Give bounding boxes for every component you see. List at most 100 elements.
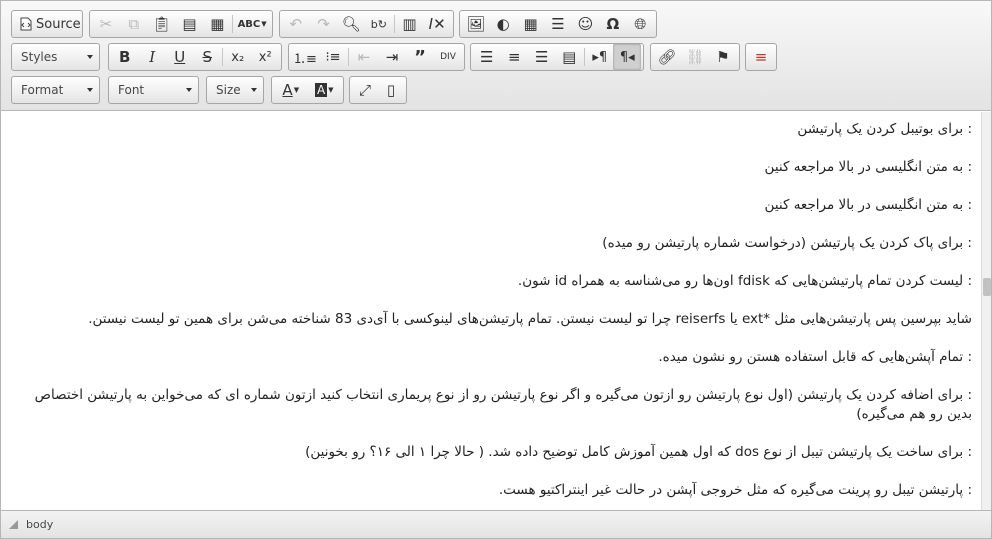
undo-button[interactable]: ↶	[282, 11, 310, 37]
source-button[interactable]: Source	[14, 11, 87, 37]
toolbar-group-document: Source	[11, 10, 83, 38]
indent-icon: ⇥	[385, 48, 399, 66]
horizontal-rule-icon: ☰	[551, 15, 565, 33]
unlink-icon: ⛓	[685, 48, 705, 66]
copy-icon: ⧉	[128, 15, 140, 33]
create-div-button[interactable]: DIV	[434, 44, 462, 70]
align-right-button[interactable]: ☰	[528, 44, 556, 70]
content-paragraph: : برای اضافه کردن یک پارتیشن (اول نوع پا…	[34, 387, 972, 422]
select-all-button[interactable]: ▥	[396, 11, 424, 37]
text-direction-rtl-button[interactable]: ¶◂	[613, 44, 641, 70]
background-color-button[interactable]: A ▼	[308, 77, 342, 103]
special-char-button[interactable]: Ω	[599, 11, 626, 37]
underline-icon: U	[174, 48, 186, 66]
text-direction-ltr-icon: ▸¶	[592, 49, 608, 65]
content-paragraph: : پارتیشن تیبل رو پرینت می‌گیره که مثل خ…	[498, 482, 972, 498]
show-blocks-icon: ▯	[386, 81, 396, 99]
copy-button[interactable]: ⧉	[120, 11, 148, 37]
flash-icon: ◐	[496, 15, 510, 33]
editor-statusbar: body	[1, 510, 991, 538]
toolbar-group-editing: ↶ ↷ 🔍︎ b↻ ▥ I✕	[279, 10, 454, 38]
bold-button[interactable]: B	[111, 44, 139, 70]
align-center-button[interactable]: ≡	[501, 44, 529, 70]
superscript-button[interactable]: x²	[251, 44, 279, 70]
paste-button[interactable]: 📋︎	[148, 11, 176, 37]
content-paragraph: : به متن انگلیسی در بالا مراجعه کنین	[764, 159, 972, 175]
horizontal-rule-button[interactable]: ☰	[544, 11, 571, 37]
numbered-list-button[interactable]: ⒈≡	[291, 44, 319, 70]
content-paragraph: شاید بپرسین پس پارتیشن‌هایی مثل *ext یا …	[88, 311, 972, 327]
anchor-button[interactable]: ⚑	[709, 44, 737, 70]
paste-word-button[interactable]: ▦	[203, 11, 231, 37]
align-right-icon: ☰	[535, 48, 549, 66]
outdent-button[interactable]: ⇤	[350, 44, 378, 70]
font-combo[interactable]: Font	[108, 76, 199, 104]
editor-content-area[interactable]: : برای بوتیبل کردن یک پارتیشن : به متن ا…	[1, 112, 981, 510]
unlink-button[interactable]: ⛓	[681, 44, 709, 70]
align-center-icon: ≡	[507, 48, 521, 66]
text-color-button[interactable]: A ▼	[274, 77, 308, 103]
blockquote-button[interactable]: ”	[406, 44, 434, 70]
table-icon: ▦	[523, 15, 538, 33]
cut-button[interactable]: ✂	[92, 11, 120, 37]
toolbar-separator	[222, 48, 223, 66]
strikethrough-button[interactable]: S	[194, 44, 222, 70]
text-direction-rtl-icon: ¶◂	[619, 49, 635, 65]
align-left-button[interactable]: ☰	[473, 44, 501, 70]
subscript-button[interactable]: x₂	[224, 44, 252, 70]
bulleted-list-button[interactable]: ⁝≡	[319, 44, 347, 70]
source-button-label: Source	[36, 16, 81, 32]
superscript-icon: x²	[258, 49, 272, 65]
remove-format-button[interactable]: I✕	[423, 11, 451, 37]
content-scrollbar[interactable]	[981, 112, 991, 510]
italic-button[interactable]: I	[139, 44, 167, 70]
text-direction-ltr-button[interactable]: ▸¶	[586, 44, 614, 70]
table-button[interactable]: ▦	[517, 11, 544, 37]
toolbar-separator	[393, 15, 395, 33]
content-paragraph: : لیست کردن تمام پارتیشن‌هایی که fdisk ا…	[517, 273, 972, 289]
content-paragraph: : برای پاک کردن یک پارتیشن (درخواست شمار…	[602, 235, 972, 251]
find-button[interactable]: 🔍︎	[337, 11, 365, 37]
size-combo-label: Size	[216, 83, 241, 97]
background-color-icon: A	[314, 83, 328, 97]
create-div-icon: DIV	[440, 52, 456, 62]
styles-combo[interactable]: Styles	[11, 43, 100, 71]
replace-icon: b↻	[370, 17, 387, 31]
link-button[interactable]: 🔗︎	[653, 44, 681, 70]
paste-text-icon: ▤	[182, 15, 197, 33]
indent-button[interactable]: ⇥	[378, 44, 406, 70]
chevron-down-icon: ▼	[293, 86, 300, 94]
flash-button[interactable]: ◐	[489, 11, 516, 37]
iframe-button[interactable]: 🌐︎	[627, 11, 654, 37]
smiley-button[interactable]: ☺	[572, 11, 599, 37]
justify-button[interactable]: ▤	[556, 44, 584, 70]
text-color-icon: A	[282, 81, 293, 99]
numbered-list-icon: ⒈≡	[293, 51, 317, 67]
toolbar-separator	[584, 48, 585, 66]
maximize-icon: ⤢	[358, 81, 371, 99]
page-break-icon: ≡	[754, 48, 768, 66]
italic-icon: I	[149, 48, 156, 66]
spellcheck-button[interactable]: ABC ▼	[234, 11, 270, 37]
toolbar-group-paragraph: ⒈≡ ⁝≡ ⇤ ⇥ ” DIV	[288, 43, 465, 71]
replace-button[interactable]: b↻	[365, 11, 393, 37]
underline-button[interactable]: U	[166, 44, 194, 70]
resize-grip-icon[interactable]	[9, 520, 18, 529]
paste-text-button[interactable]: ▤	[176, 11, 204, 37]
element-path-body[interactable]: body	[26, 518, 53, 531]
remove-format-icon: I✕	[428, 15, 446, 33]
page-break-button[interactable]: ≡	[748, 44, 774, 70]
chevron-down-icon	[87, 55, 93, 59]
size-combo[interactable]: Size	[206, 76, 264, 104]
chevron-down-icon: ▼	[261, 20, 267, 28]
spellcheck-icon: ABC	[237, 18, 261, 30]
image-button[interactable]: 🖼︎	[462, 11, 489, 37]
link-icon: 🔗︎	[657, 48, 677, 66]
format-combo[interactable]: Format	[11, 76, 100, 104]
redo-button[interactable]: ↷	[310, 11, 338, 37]
show-blocks-button[interactable]: ▯	[378, 77, 404, 103]
scrollbar-thumb[interactable]	[983, 278, 991, 296]
blockquote-icon: ”	[414, 46, 426, 68]
cut-icon: ✂	[99, 15, 113, 33]
maximize-button[interactable]: ⤢	[352, 77, 378, 103]
